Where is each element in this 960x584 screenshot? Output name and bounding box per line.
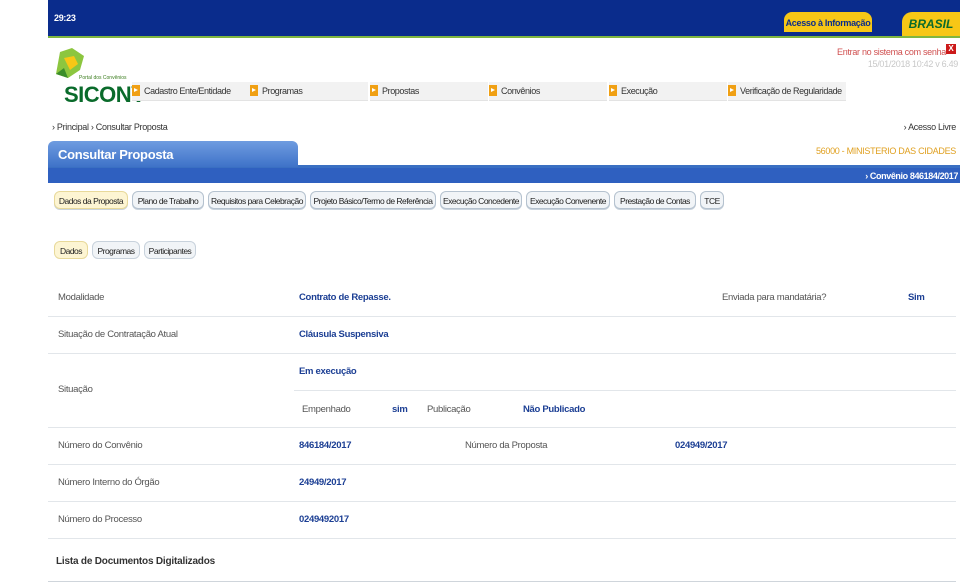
label-situacao: Situação [58, 384, 93, 395]
close-icon[interactable]: X [946, 44, 956, 54]
value-mandataria: Sim [908, 292, 925, 303]
row-divider [294, 390, 956, 391]
row-modalidade: Modalidade Contrato de Repasse. Enviada … [48, 280, 956, 317]
menu-item-label: Verificação de Regularidade [740, 86, 842, 96]
row-situacao: Situação Em execução Empenhado sim Publi… [48, 354, 956, 428]
value-numero-convenio: 846184/2017 [299, 440, 352, 451]
arrow-right-icon [609, 85, 617, 96]
arrow-right-icon [132, 85, 140, 96]
breadcrumb[interactable]: › Principal › Consultar Proposta [52, 122, 168, 132]
tab-dados-proposta[interactable]: Dados da Proposta [54, 191, 128, 209]
acesso-informacao-link[interactable]: Acesso à Informação [784, 12, 872, 32]
menu-item-label: Convênios [501, 86, 540, 96]
menu-item-execucao[interactable]: Execução [609, 82, 727, 101]
arrow-right-icon [250, 85, 258, 96]
login-link[interactable]: Entrar no sistema com senha [837, 47, 946, 57]
clock-time: 29:23 [54, 13, 76, 23]
tab-execucao-convenente[interactable]: Execução Convenente [526, 191, 610, 209]
value-numero-processo: 0249492017 [299, 514, 349, 525]
subtab-dados[interactable]: Dados [54, 241, 88, 259]
arrow-right-icon [489, 85, 497, 96]
value-numero-interno: 24949/2017 [299, 477, 347, 488]
menu-item-label: Programas [262, 86, 303, 96]
subtab-programas[interactable]: Programas [92, 241, 140, 259]
tab-execucao-concedente[interactable]: Execução Concedente [440, 191, 522, 209]
tab-tce[interactable]: TCE [700, 191, 724, 209]
subtab-participantes[interactable]: Participantes [144, 241, 196, 259]
label-empenhado: Empenhado [302, 404, 351, 415]
tab-plano-trabalho[interactable]: Plano de Trabalho [132, 191, 204, 209]
label-situacao-contratacao: Situação de Contratação Atual [58, 329, 178, 340]
value-situacao-contratacao: Cláusula Suspensiva [299, 329, 389, 340]
acesso-livre-link[interactable]: › Acesso Livre [904, 122, 957, 132]
value-publicacao: Não Publicado [523, 404, 586, 415]
value-empenhado: sim [392, 404, 408, 415]
value-numero-proposta: 024949/2017 [675, 440, 728, 451]
row-numero-interno: Número Interno do Órgão 24949/2017 [48, 465, 956, 502]
arrow-right-icon [728, 85, 736, 96]
label-numero-interno: Número Interno do Órgão [58, 477, 160, 488]
arrow-right-icon [370, 85, 378, 96]
page-title: Consultar Proposta [48, 141, 298, 167]
tab-projeto-basico[interactable]: Projeto Básico/Termo de Referência [310, 191, 436, 209]
documentos-section-title: Lista de Documentos Digitalizados [56, 556, 215, 567]
menu-item-convenios[interactable]: Convênios [489, 82, 607, 101]
menu-item-label: Cadastro Ente/Entidade [144, 86, 231, 96]
menu-item-label: Execução [621, 86, 658, 96]
page: 29:23 Acesso à Informação BRASIL Portal … [48, 0, 960, 584]
menu-item-programas[interactable]: Programas [250, 82, 368, 101]
row-situacao-contratacao: Situação de Contratação Atual Cláusula S… [48, 317, 956, 354]
tab-requisitos-celebracao[interactable]: Requisitos para Celebração [208, 191, 306, 209]
value-situacao: Em execução [299, 366, 357, 377]
label-mandataria: Enviada para mandatária? [722, 292, 827, 303]
menu-item-propostas[interactable]: Propostas [370, 82, 488, 101]
ministerio-label: 56000 - MINISTERIO DAS CIDADES [815, 146, 956, 156]
label-modalidade: Modalidade [58, 292, 105, 303]
menu-item-verificacao[interactable]: Verificação de Regularidade [728, 82, 846, 101]
logo-subtitle: Portal dos Convênios [79, 75, 127, 81]
label-publicacao: Publicação [427, 404, 471, 415]
row-numero-processo: Número do Processo 0249492017 [48, 502, 956, 539]
label-numero-processo: Número do Processo [58, 514, 142, 525]
row-numero-convenio: Número do Convênio 846184/2017 Número da… [48, 428, 956, 465]
label-numero-proposta: Número da Proposta [465, 440, 548, 451]
convenio-bar: › Convênio 846184/2017 [48, 168, 960, 183]
value-modalidade: Contrato de Repasse. [299, 292, 391, 303]
brasil-logo[interactable]: BRASIL [902, 12, 960, 36]
menu-item-label: Propostas [382, 86, 419, 96]
datetime-version: 15/01/2018 10:42 v 6.49 [867, 59, 958, 69]
menu-item-cadastro[interactable]: Cadastro Ente/Entidade [132, 82, 250, 101]
section-divider [48, 581, 956, 582]
tab-prestacao-contas[interactable]: Prestação de Contas [614, 191, 696, 209]
gov-top-bar: 29:23 Acesso à Informação BRASIL [48, 0, 960, 38]
label-numero-convenio: Número do Convênio [58, 440, 143, 451]
convenio-label: › Convênio 846184/2017 [865, 171, 958, 181]
